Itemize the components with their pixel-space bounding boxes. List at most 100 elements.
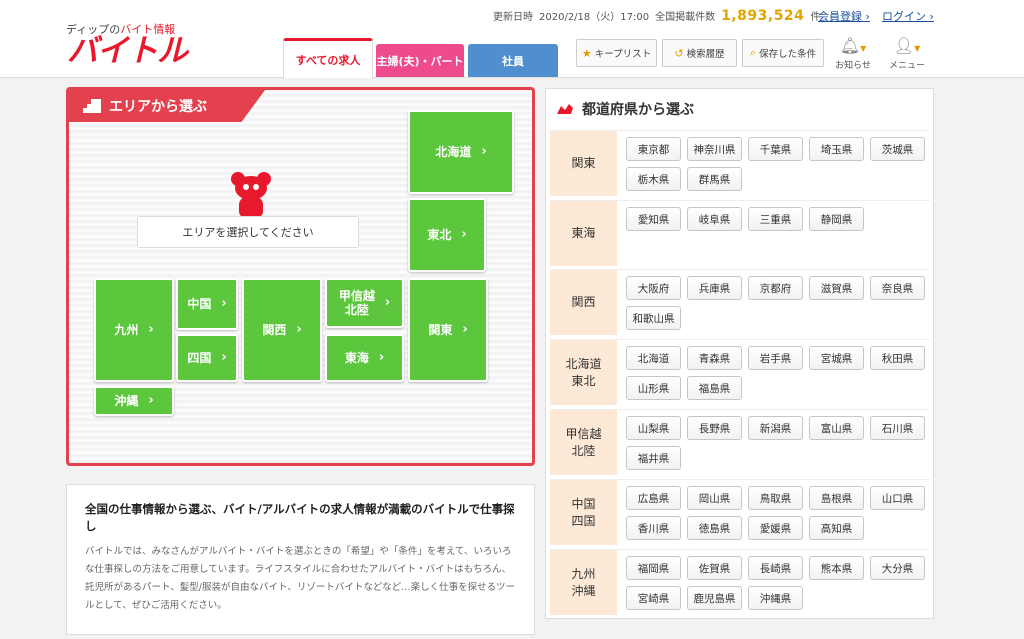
prefecture-button[interactable]: 広島県 [626, 486, 681, 510]
total-label: 全国掲載件数 [655, 12, 716, 23]
prefecture-group-label: 関西 [550, 270, 617, 335]
region-tohoku[interactable]: 東北 › [408, 198, 486, 272]
prefecture-button[interactable]: 佐賀県 [687, 556, 742, 580]
prefecture-button[interactable]: 北海道 [626, 346, 681, 370]
region-koshinetsu-hokuriku[interactable]: 甲信越 北陸 › [325, 278, 404, 328]
prefecture-title: 都道府県から選ぶ [555, 99, 694, 119]
search-icon: ⌕ [749, 46, 757, 59]
site-header: ディップのバイト情報 バイトル 更新日時 2020/2/18（火）17:00 全… [0, 0, 1024, 78]
prefecture-button[interactable]: 福島県 [687, 376, 742, 400]
prefecture-button[interactable]: 神奈川県 [687, 137, 742, 161]
prefecture-button[interactable]: 宮城県 [809, 346, 864, 370]
chevron-right-icon: › [378, 350, 385, 365]
prefecture-button[interactable]: 和歌山県 [626, 306, 681, 330]
prefecture-button[interactable]: 大阪府 [626, 276, 681, 300]
prefecture-button[interactable]: 青森県 [687, 346, 742, 370]
prefecture-button[interactable]: 茨城県 [870, 137, 925, 161]
prefecture-button[interactable]: 群馬県 [687, 167, 742, 191]
prefecture-group-label: 北海道 東北 [550, 340, 617, 405]
update-datetime: 2020/2/18（火）17:00 [539, 12, 650, 23]
region-shikoku[interactable]: 四国 › [176, 334, 238, 382]
site-description: 全国の仕事情報から選ぶ、バイト/アルバイトの求人情報が満載のバイトルで仕事探し … [66, 484, 535, 635]
prefecture-button[interactable]: 鳥取県 [748, 486, 803, 510]
region-kansai[interactable]: 関西 › [242, 278, 322, 382]
prefecture-group: 九州 沖縄 福岡県 佐賀県 長崎県 熊本県 大分県 宮崎県 鹿児島県 沖縄県 [550, 549, 930, 615]
prefecture-button[interactable]: 山形県 [626, 376, 681, 400]
menu-button[interactable]: 👤︎▼ メニュー [885, 37, 929, 72]
region-okinawa[interactable]: 沖縄 › [94, 386, 174, 416]
saved-conditions-button[interactable]: ⌕ 保存した条件 [742, 39, 824, 67]
history-icon: ↺ [674, 46, 684, 60]
chevron-right-icon: › [462, 322, 468, 337]
prefecture-button[interactable]: 富山県 [809, 416, 864, 440]
chevron-right-icon: › [384, 295, 391, 310]
prefecture-group: 関東 東京都 神奈川県 千葉県 埼玉県 茨城県栃木県 群馬県 [550, 130, 930, 196]
japan-map-icon [557, 104, 573, 114]
prefecture-button[interactable]: 島根県 [809, 486, 864, 510]
prefecture-button[interactable]: 徳島県 [687, 516, 742, 540]
prefecture-button[interactable]: 高知県 [809, 516, 864, 540]
prefecture-button[interactable]: 沖縄県 [748, 586, 803, 610]
prefecture-group-label: 中国 四国 [550, 480, 617, 545]
tab-part-time[interactable]: 主婦(夫)・パート [376, 44, 464, 77]
prefecture-button[interactable]: 鹿児島県 [687, 586, 742, 610]
prefecture-button[interactable]: 栃木県 [626, 167, 681, 191]
prefecture-group: 北海道 東北 北海道 青森県 岩手県 宮城県 秋田県山形県 福島県 [550, 339, 930, 405]
prefecture-button[interactable]: 山梨県 [626, 416, 681, 440]
prefecture-button[interactable]: 静岡県 [809, 207, 864, 231]
prefecture-button[interactable]: 福岡県 [626, 556, 681, 580]
prefecture-button[interactable]: 宮崎県 [626, 586, 681, 610]
chevron-right-icon: › [221, 350, 227, 365]
region-tokai[interactable]: 東海 › [325, 334, 404, 382]
prefecture-button[interactable]: 岡山県 [687, 486, 742, 510]
description-heading: 全国の仕事情報から選ぶ、バイト/アルバイトの求人情報が満載のバイトルで仕事探し [85, 502, 515, 533]
notifications-button[interactable]: 🔔︎▼ お知らせ [831, 36, 875, 72]
login-link[interactable]: ログイン › [882, 8, 934, 24]
prefecture-button[interactable]: 秋田県 [870, 346, 925, 370]
keep-list-button[interactable]: ★ キープリスト [576, 39, 657, 67]
prefecture-button[interactable]: 香川県 [626, 516, 681, 540]
prefecture-button[interactable]: 滋賀県 [809, 276, 864, 300]
prefecture-button[interactable]: 愛媛県 [748, 516, 803, 540]
prefecture-button[interactable]: 埼玉県 [809, 137, 864, 161]
prefecture-button[interactable]: 三重県 [748, 207, 803, 231]
area-selector: エリアから選ぶ エリアを選択してください 北海道 › 東北 › 九州 › 中国 › 四国… [66, 87, 535, 466]
prefecture-button[interactable]: 京都府 [748, 276, 803, 300]
region-chugoku[interactable]: 中国 › [176, 278, 238, 330]
region-kyushu[interactable]: 九州 › [94, 278, 174, 382]
prefecture-group: 東海 愛知県 岐阜県 三重県 静岡県 [550, 200, 930, 266]
prefecture-button[interactable]: 山口県 [870, 486, 925, 510]
prefecture-button[interactable]: 長崎県 [748, 556, 803, 580]
prefecture-button[interactable]: 大分県 [870, 556, 925, 580]
chevron-right-icon: › [221, 296, 227, 311]
update-label: 更新日時 [493, 12, 533, 23]
prefecture-selector: 都道府県から選ぶ 関東 東京都 神奈川県 千葉県 埼玉県 茨城県栃木県 群馬県東海 愛知県 岐阜… [545, 88, 934, 619]
prefecture-button[interactable]: 岐阜県 [687, 207, 742, 231]
region-kanto[interactable]: 関東 › [408, 278, 488, 382]
prefecture-button[interactable]: 千葉県 [748, 137, 803, 161]
prefecture-button[interactable]: 愛知県 [626, 207, 681, 231]
prefecture-button[interactable]: 長野県 [687, 416, 742, 440]
prefecture-button[interactable]: 石川県 [870, 416, 925, 440]
prefecture-button[interactable]: 奈良県 [870, 276, 925, 300]
search-history-button[interactable]: ↺ 検索履歴 [662, 39, 737, 67]
tab-all-jobs[interactable]: すべての求人 [283, 38, 373, 78]
mascot-icon [229, 172, 273, 220]
prefecture-button[interactable]: 福井県 [626, 446, 681, 470]
update-info: 更新日時 2020/2/18（火）17:00 全国掲載件数 1,893,524 … [493, 8, 820, 24]
prefecture-button[interactable]: 兵庫県 [687, 276, 742, 300]
prefecture-group-label: 関東 [550, 131, 617, 196]
chevron-right-icon: › [481, 144, 487, 159]
member-register-link[interactable]: 会員登録 › [818, 8, 870, 24]
prefecture-button[interactable]: 新潟県 [748, 416, 803, 440]
description-body: バイトルでは、みなさんがアルバイト・バイトを選ぶときの「希望」や「条件」を考えて… [85, 546, 515, 611]
bell-icon: 🔔︎▼ [839, 36, 867, 55]
prefecture-button[interactable]: 東京都 [626, 137, 681, 161]
prefecture-button[interactable]: 岩手県 [748, 346, 803, 370]
region-hokkaido[interactable]: 北海道 › [408, 110, 514, 194]
site-logo[interactable]: バイトル [67, 34, 188, 68]
tab-employee[interactable]: 社員 [468, 44, 558, 77]
chevron-right-icon: › [461, 227, 467, 242]
chevron-right-icon: › [929, 10, 934, 23]
prefecture-button[interactable]: 熊本県 [809, 556, 864, 580]
